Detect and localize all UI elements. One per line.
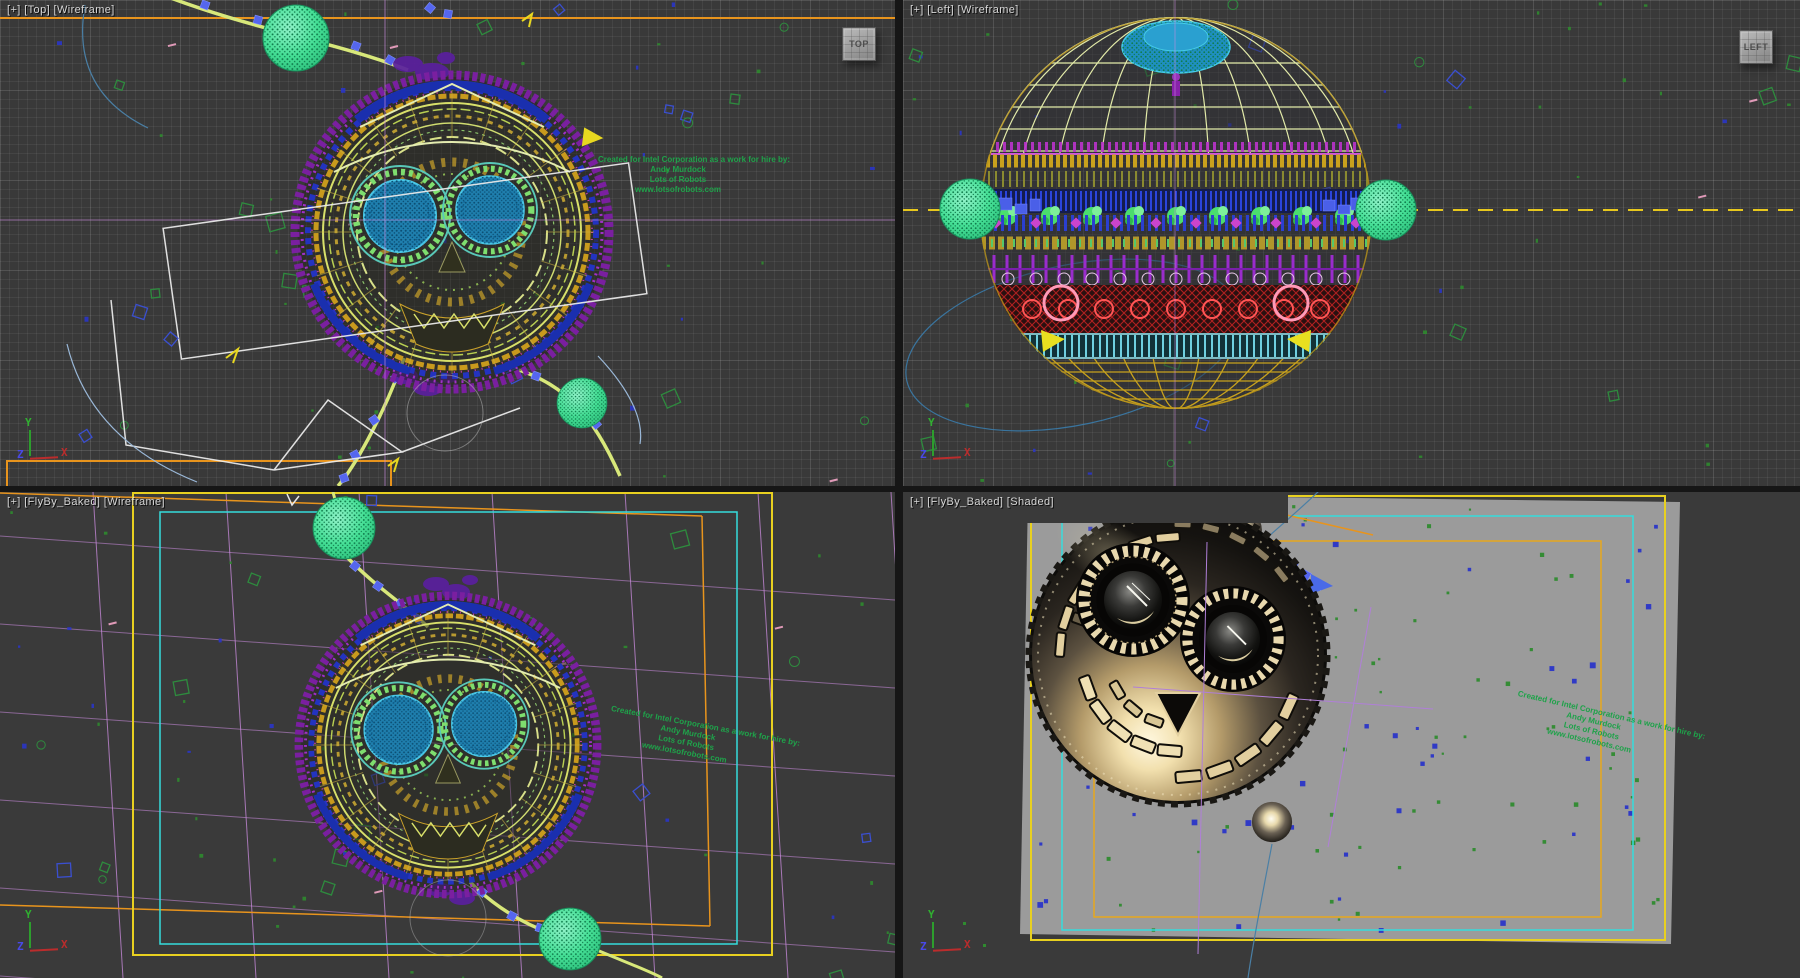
viewcube-face-label: LEFT	[1744, 42, 1769, 52]
owl-eye-left	[1076, 543, 1190, 657]
shiny-sphere	[1252, 802, 1292, 842]
viewport-flyby-shaded[interactable]: [+] [FlyBy_Baked] [Shaded] Created for I…	[903, 492, 1800, 978]
green-sphere	[263, 5, 329, 71]
axis-gizmo: Y Z X	[17, 914, 87, 960]
viewport-label[interactable]: [+] [Left] [Wireframe]	[910, 4, 1019, 16]
viewport-label[interactable]: [+] [FlyBy_Baked] [Wireframe]	[7, 496, 165, 508]
green-sphere	[557, 378, 607, 428]
viewport-left-art	[903, 0, 1800, 486]
green-sphere	[940, 179, 1000, 239]
wireframe-owl-sphere	[299, 596, 597, 894]
watermark-text: Created for Intel Corporation as a work …	[598, 155, 758, 195]
viewport-top-art	[0, 0, 895, 486]
viewport-left[interactable]: [+] [Left] [Wireframe] LEFT Y Z X	[903, 0, 1800, 486]
viewport-label[interactable]: [+] [FlyBy_Baked] [Shaded]	[910, 496, 1054, 508]
axis-gizmo: Y Z X	[17, 422, 87, 468]
viewport-top[interactable]: [+] [Top] [Wireframe] TOP Created for In…	[0, 0, 895, 486]
green-sphere	[313, 497, 375, 559]
wireframe-sphere-left-view	[976, 13, 1376, 413]
green-sphere	[1356, 180, 1416, 240]
owl-eye-right	[1180, 586, 1286, 692]
viewport-splitter-horizontal[interactable]	[0, 486, 1800, 492]
green-sphere	[539, 908, 601, 970]
viewport-label[interactable]: [+] [Top] [Wireframe]	[7, 4, 115, 16]
max-quad-viewport: { "app": {"name": "3ds Max style quad vi…	[0, 0, 1800, 978]
viewcube[interactable]: TOP	[842, 27, 876, 61]
viewcube[interactable]: LEFT	[1739, 30, 1773, 64]
axis-gizmo: Y Z X	[920, 914, 990, 960]
viewport-flyby-wireframe[interactable]: [+] [FlyBy_Baked] [Wireframe] Created fo…	[0, 492, 895, 978]
wireframe-owl-sphere	[295, 75, 609, 389]
axis-gizmo: Y Z X	[920, 422, 990, 468]
viewcube-face-label: TOP	[849, 39, 869, 49]
